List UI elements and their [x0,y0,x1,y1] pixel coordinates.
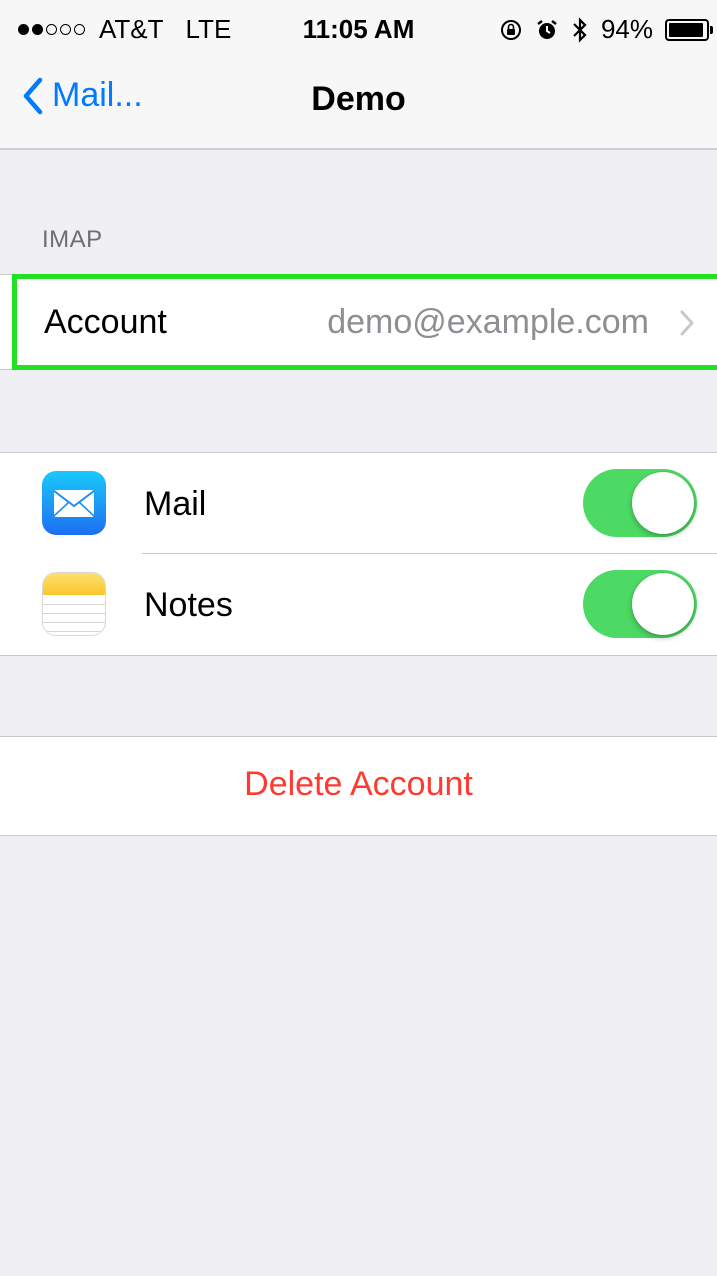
delete-account-button[interactable]: Delete Account [0,765,717,804]
toggle-knob [632,472,694,534]
top-bar: AT&T LTE 11:05 AM 94% Mail... Demo [0,0,717,150]
notes-toggle-label: Notes [144,586,233,624]
navigation-bar: Mail... Demo [0,56,717,148]
notes-toggle[interactable] [583,570,697,638]
chevron-right-icon [680,310,694,336]
alarm-icon [537,19,557,39]
toggle-group: Mail Notes [0,452,717,656]
page-title: Demo [311,80,406,118]
battery-level [669,22,703,37]
notes-app-icon [42,572,106,636]
account-label: Account [44,303,167,341]
notes-toggle-row: Notes [0,554,717,654]
mail-toggle-row: Mail [0,453,717,554]
status-right: 94% [499,14,713,45]
battery-icon [665,18,713,41]
account-row[interactable]: Account demo@example.com [0,274,717,370]
battery-percent: 94% [600,14,653,44]
account-value: demo@example.com [327,303,649,341]
mail-toggle-label: Mail [144,485,207,523]
section-header-imap: IMAP [42,226,103,253]
delete-account-row: Delete Account [0,736,717,836]
status-bar: AT&T LTE 11:05 AM 94% [0,0,717,56]
mail-toggle[interactable] [583,469,697,537]
orientation-lock-icon [500,19,521,40]
bluetooth-icon [573,16,587,43]
mail-app-icon [42,471,106,535]
toggle-knob [632,573,694,635]
